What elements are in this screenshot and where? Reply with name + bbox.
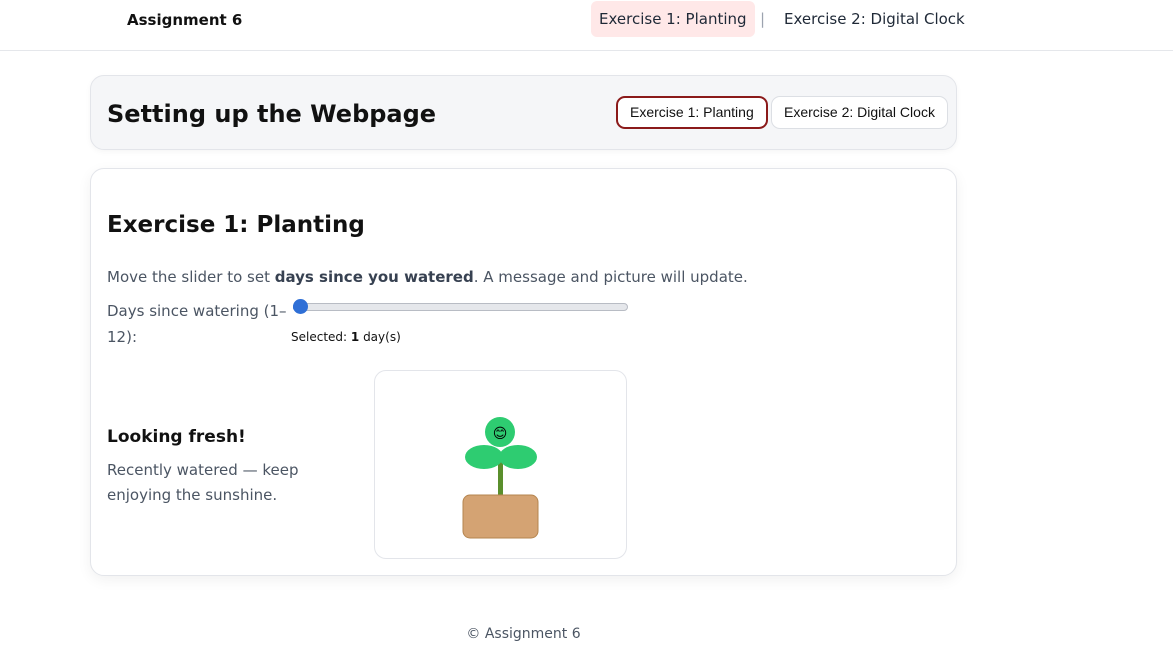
slider-label: Days since watering (1–12): bbox=[107, 302, 287, 346]
top-navbar: Assignment 6 Exercise 1: Planting | Exer… bbox=[0, 0, 1173, 51]
plant-pot bbox=[462, 494, 539, 539]
description-bold: days since you watered bbox=[274, 268, 474, 286]
slider-track[interactable] bbox=[293, 303, 628, 311]
plant-picture: 😊 bbox=[374, 370, 627, 559]
selected-value: 1 bbox=[350, 330, 360, 344]
nav-link-digital-clock[interactable]: Exercise 2: Digital Clock bbox=[776, 1, 973, 37]
planting-button[interactable]: Exercise 1: Planting bbox=[616, 96, 768, 129]
slider-thumb[interactable] bbox=[293, 299, 308, 314]
page-title: Setting up the Webpage bbox=[107, 100, 437, 128]
nav-separator: | bbox=[760, 10, 766, 28]
days-slider[interactable] bbox=[293, 299, 628, 314]
exercise-card: Exercise 1: Planting Move the slider to … bbox=[90, 168, 957, 576]
selected-readout: Selected: 1 day(s) bbox=[291, 329, 401, 345]
status-description: Recently watered — keep enjoying the sun… bbox=[107, 461, 299, 504]
status-title: Looking fresh! bbox=[107, 427, 246, 447]
plant-leaf-left bbox=[465, 445, 503, 469]
exercise-title: Exercise 1: Planting bbox=[107, 212, 365, 238]
header-card: Setting up the Webpage Exercise 1: Plant… bbox=[90, 75, 957, 150]
nav-link-planting[interactable]: Exercise 1: Planting bbox=[591, 1, 755, 37]
exercise-description: Move the slider to set days since you wa… bbox=[107, 267, 748, 287]
description-suffix: . A message and picture will update. bbox=[473, 268, 748, 286]
description-prefix: Move the slider to set bbox=[107, 268, 275, 286]
smiley-face-icon: 😊 bbox=[493, 426, 508, 442]
footer-text: © Assignment 6 bbox=[466, 626, 581, 642]
plant-leaf-right bbox=[499, 445, 537, 469]
brand-title: Assignment 6 bbox=[127, 11, 243, 29]
plant-illustration: 😊 bbox=[462, 417, 539, 539]
selected-suffix: day(s) bbox=[359, 330, 401, 344]
selected-prefix: Selected: bbox=[291, 330, 351, 344]
digital-clock-button[interactable]: Exercise 2: Digital Clock bbox=[771, 96, 948, 129]
